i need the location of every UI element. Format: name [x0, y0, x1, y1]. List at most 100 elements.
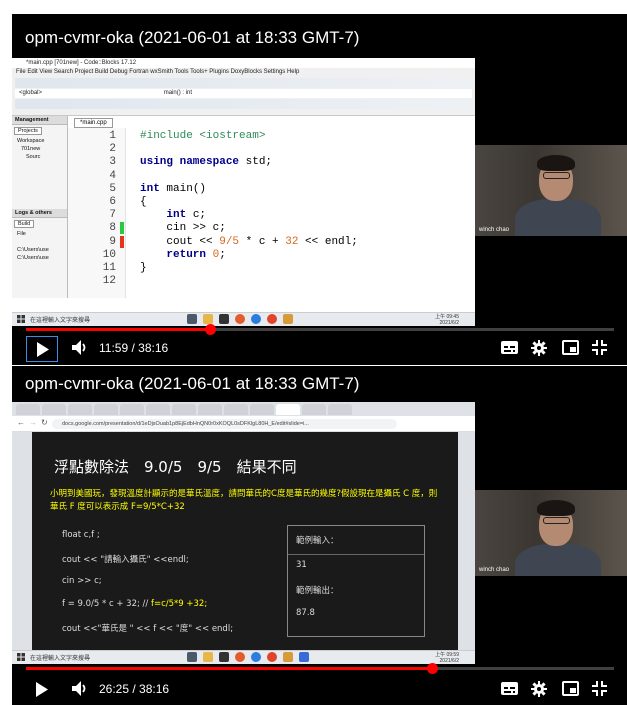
code-editor[interactable]: 1 #include <iostream> 2 3 using namespace st…	[68, 128, 475, 298]
chrome-alt-icon[interactable]	[267, 314, 277, 324]
log-file-col: File	[17, 231, 26, 237]
taskbar-search[interactable]: 在這裡輸入文字來搜尋	[30, 653, 90, 662]
taskbar-icons	[187, 314, 293, 324]
browser-tab[interactable]	[224, 404, 248, 415]
player-controls: 11:59 / 38:16	[12, 334, 627, 364]
store-icon[interactable]	[219, 652, 229, 662]
ide-toolbar-2[interactable]	[15, 99, 472, 109]
windows-start-icon[interactable]	[17, 315, 25, 325]
file-explorer-icon[interactable]	[203, 314, 213, 324]
changed-line-marker	[120, 222, 124, 235]
time-display: 11:59 / 38:16	[99, 341, 169, 355]
exit-fullscreen-icon[interactable]	[592, 340, 607, 360]
miniplayer-icon[interactable]	[562, 681, 579, 701]
browser-tab[interactable]	[302, 404, 326, 415]
line-number: 3	[109, 156, 116, 169]
browser-tab[interactable]	[16, 404, 40, 415]
progress-bar[interactable]	[26, 324, 614, 335]
codeblocks-icon[interactable]	[283, 652, 293, 662]
settings-gear-icon[interactable]	[531, 340, 547, 361]
miniplayer-icon[interactable]	[562, 340, 579, 360]
line-number: 1	[109, 130, 116, 142]
windows-start-icon[interactable]	[17, 653, 25, 663]
volume-button[interactable]	[72, 681, 88, 701]
code-token: int	[166, 209, 187, 222]
play-button[interactable]	[26, 336, 58, 362]
progress-knob[interactable]	[426, 663, 438, 674]
line-number: 8	[109, 222, 116, 235]
io-divider	[288, 554, 424, 555]
browser-tab[interactable]	[328, 404, 352, 415]
webcam-name: winch chao	[479, 227, 510, 233]
file-explorer-icon[interactable]	[203, 652, 213, 662]
chrome-icon[interactable]	[235, 652, 245, 662]
browser-tab[interactable]	[42, 404, 66, 415]
taskbar-search[interactable]: 在這裡輸入文字來搜尋	[30, 315, 90, 324]
presenter-glasses	[543, 172, 570, 179]
progress-fill	[26, 328, 211, 331]
play-icon	[36, 682, 48, 697]
line-number: 6	[109, 196, 116, 208]
browser-tab[interactable]	[172, 404, 196, 415]
play-button[interactable]	[26, 677, 58, 703]
code-token: << endl;	[298, 235, 358, 248]
presenter-body	[515, 544, 601, 576]
settings-gear-icon[interactable]	[531, 681, 547, 702]
code-token: cout <<	[140, 235, 220, 248]
tree-sources[interactable]: Sourc	[12, 153, 67, 161]
task-view-icon[interactable]	[187, 652, 197, 662]
browser-tab[interactable]	[198, 404, 222, 415]
combo-global[interactable]: <global>	[19, 90, 42, 96]
subtitles-icon[interactable]	[501, 340, 518, 360]
edge-icon[interactable]	[251, 652, 261, 662]
tree-project[interactable]: 701new	[12, 145, 67, 153]
task-view-icon[interactable]	[187, 314, 197, 324]
edge-icon[interactable]	[251, 314, 261, 324]
code-token: {	[140, 196, 147, 208]
ide-combo-row[interactable]: <global> main() : int	[15, 89, 472, 98]
reload-icon[interactable]: ↻	[41, 418, 48, 427]
editor-tab-main[interactable]: *main.cpp	[74, 118, 113, 128]
docs-icon[interactable]	[299, 652, 309, 662]
code-text: cin >> c;	[140, 222, 226, 235]
combo-main[interactable]: main() : int	[164, 90, 192, 96]
code-text: #include <iostream>	[140, 130, 265, 142]
back-icon[interactable]: ←	[17, 418, 25, 427]
browser-tab-active[interactable]	[276, 404, 300, 415]
progress-bar[interactable]	[26, 663, 614, 674]
exit-fullscreen-icon[interactable]	[592, 681, 607, 701]
browser-tab[interactable]	[94, 404, 118, 415]
browser-tab[interactable]	[146, 404, 170, 415]
ide-menu-row[interactable]: File Edit View Search Project Build Debu…	[12, 68, 475, 77]
video-title[interactable]: opm-cvmr-oka (2021-06-01 at 18:33 GMT-7)	[25, 374, 359, 394]
browser-tab[interactable]	[68, 404, 92, 415]
code-text: }	[140, 262, 147, 274]
store-icon[interactable]	[219, 314, 229, 324]
forward-icon[interactable]: →	[29, 418, 37, 427]
windows-taskbar: 在這裡輸入文字來搜尋 上午 09:45 2021/6/2	[12, 312, 475, 326]
chrome-icon[interactable]	[235, 314, 245, 324]
code-token: cin >> c;	[140, 222, 226, 235]
volume-button[interactable]	[72, 340, 88, 360]
ide-toolbar-1[interactable]	[15, 78, 472, 88]
projects-tab[interactable]: Projects	[14, 127, 42, 135]
video-player-1[interactable]: opm-cvmr-oka (2021-06-01 at 18:33 GMT-7)…	[12, 14, 627, 365]
video-title[interactable]: opm-cvmr-oka (2021-06-01 at 18:33 GMT-7)	[25, 28, 359, 48]
management-header: Management	[12, 116, 67, 125]
address-bar[interactable]: docs.google.com/presentation/d/1eDjsOuab…	[52, 419, 397, 429]
browser-tab[interactable]	[250, 404, 274, 415]
browser-tab[interactable]	[120, 404, 144, 415]
log-line-2: C:\Users\use	[17, 255, 49, 261]
line-number: 10	[102, 248, 116, 261]
player-controls: 26:25 / 38:16	[12, 675, 627, 705]
slide-title: 浮點數除法 9.0/5 9/5 結果不同	[54, 458, 297, 476]
codeblocks-icon[interactable]	[283, 314, 293, 324]
code-expression: f = 9.0/5 * c + 32; //	[62, 599, 149, 609]
tree-workspace[interactable]: Workspace	[12, 137, 67, 145]
video-player-2[interactable]: opm-cvmr-oka (2021-06-01 at 18:33 GMT-7)…	[12, 366, 627, 705]
chrome-alt-icon[interactable]	[267, 652, 277, 662]
unsaved-line-marker	[120, 235, 124, 248]
build-tab[interactable]: Build	[14, 220, 35, 228]
subtitles-icon[interactable]	[501, 681, 518, 701]
